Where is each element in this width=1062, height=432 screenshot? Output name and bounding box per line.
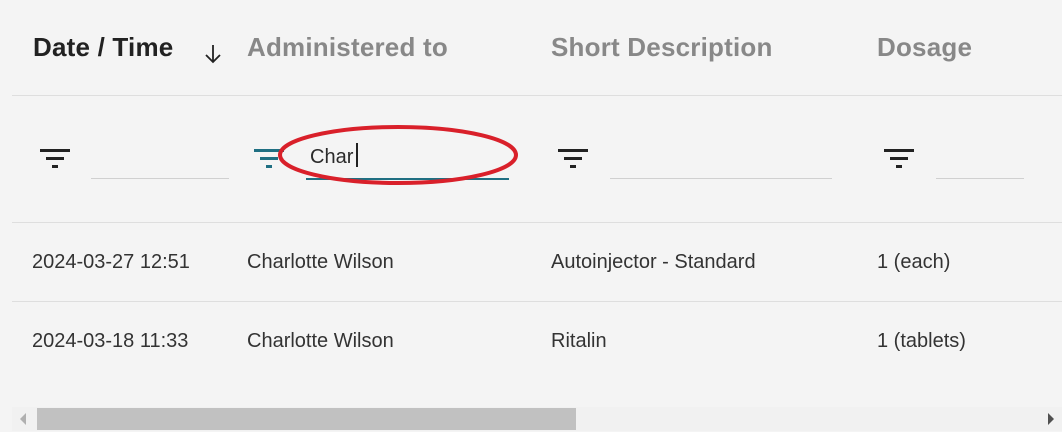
description-filter-input[interactable] — [610, 136, 832, 179]
cell-administered-to: Charlotte Wilson — [247, 330, 394, 352]
administration-table: Date / Time Administered to Short Descri… — [0, 0, 1062, 432]
cell-datetime: 2024-03-27 12:51 — [32, 251, 190, 273]
filter-icon-active[interactable] — [253, 147, 285, 171]
administered-to-filter-input[interactable] — [306, 136, 509, 180]
text-caret — [356, 143, 358, 167]
table-row[interactable]: 2024-03-27 12:51 Charlotte Wilson Autoin… — [12, 223, 1062, 302]
scrollbar-thumb[interactable] — [37, 408, 576, 430]
filter-icon[interactable] — [883, 147, 915, 171]
filter-icon[interactable] — [39, 147, 71, 171]
cell-dosage: 1 (each) — [877, 251, 951, 273]
cell-administered-to: Charlotte Wilson — [247, 251, 394, 273]
cell-description: Ritalin — [551, 330, 607, 352]
filter-row — [12, 96, 1062, 223]
column-header-administered-to[interactable]: Administered to — [247, 32, 448, 63]
horizontal-scrollbar[interactable] — [12, 407, 1062, 431]
column-header-datetime[interactable]: Date / Time — [33, 32, 173, 63]
date-filter-input[interactable] — [91, 136, 229, 179]
scroll-left-icon[interactable] — [20, 413, 26, 425]
sort-descending-icon[interactable] — [203, 42, 223, 66]
dosage-filter-input[interactable] — [936, 136, 1024, 179]
column-header-dosage[interactable]: Dosage — [877, 32, 972, 63]
header-row: Date / Time Administered to Short Descri… — [12, 0, 1062, 96]
scroll-right-icon[interactable] — [1048, 413, 1054, 425]
cell-datetime: 2024-03-18 11:33 — [32, 330, 189, 352]
cell-dosage: 1 (tablets) — [877, 330, 966, 352]
filter-icon[interactable] — [557, 147, 589, 171]
table-row[interactable]: 2024-03-18 11:33 Charlotte Wilson Ritali… — [12, 302, 1062, 380]
cell-description: Autoinjector - Standard — [551, 251, 756, 273]
column-header-short-description[interactable]: Short Description — [551, 32, 773, 63]
